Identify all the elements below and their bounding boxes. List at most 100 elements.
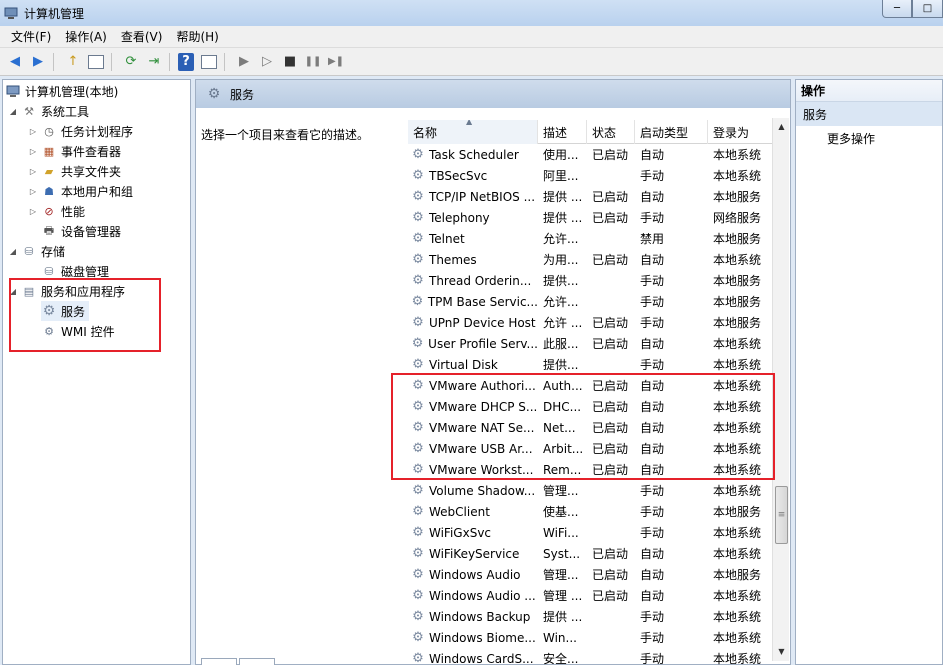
collapse-arrow-icon[interactable]: ◢ — [8, 247, 18, 256]
service-startup-type: 手动 — [640, 274, 665, 288]
tab-standard[interactable] — [239, 658, 275, 665]
expand-arrow-icon[interactable]: ▷ — [28, 187, 38, 196]
service-row[interactable]: ⚙ User Profile Serv... 此服... 已启动 自动 本地系统 — [408, 333, 780, 354]
tree-item-disk-management[interactable]: ⛁ 磁盘管理 — [41, 261, 109, 281]
tab-extended[interactable] — [201, 658, 237, 665]
expand-arrow-icon[interactable]: ▷ — [28, 167, 38, 176]
maximize-button[interactable]: □ — [912, 0, 943, 18]
help-button[interactable]: ? — [178, 52, 194, 71]
service-description: 管理... — [543, 568, 579, 582]
tree-item-device-manager[interactable]: 🖶 设备管理器 — [41, 221, 121, 241]
tree-item-event-viewer[interactable]: ▷ ▦ 事件查看器 — [28, 141, 121, 161]
tree-item-root[interactable]: 计算机管理(本地) — [5, 81, 118, 101]
column-header-description[interactable]: 描述 — [538, 120, 587, 144]
scroll-thumb[interactable]: ≡ — [775, 486, 788, 544]
service-logon-as: 本地服务 — [713, 568, 762, 582]
refresh-button[interactable]: ⟳ — [120, 51, 142, 73]
tree-item-performance[interactable]: ▷ ⊘ 性能 — [28, 201, 85, 221]
service-row[interactable]: ⚙ Windows Biome... Win... 手动 本地系统 — [408, 627, 780, 648]
menu-file[interactable]: 文件(F) — [4, 28, 58, 45]
gear-icon: ⚙ — [412, 315, 424, 330]
export-list-button[interactable]: ⇥ — [143, 51, 165, 73]
service-logon-as: 本地系统 — [713, 379, 762, 393]
actions-section-services[interactable]: 服务 — [796, 102, 942, 126]
service-logon-as: 本地服务 — [713, 190, 762, 204]
expand-arrow-icon[interactable]: ▷ — [28, 147, 38, 156]
tree-item-storage[interactable]: ◢ ⛁ 存储 — [8, 241, 65, 261]
storage-icon: ⛁ — [24, 244, 34, 258]
back-button[interactable]: ◀ — [4, 51, 26, 73]
show-hide-tree-button[interactable] — [85, 51, 107, 73]
more-actions-link[interactable]: 更多操作 — [796, 126, 942, 150]
tree-label: 本地用户和组 — [61, 184, 134, 199]
service-row[interactable]: ⚙ Telnet 允许... 禁用 本地服务 — [408, 228, 780, 249]
scroll-down-arrow-icon[interactable]: ▼ — [773, 643, 790, 660]
service-row[interactable]: ⚙ Thread Orderin... 提供... 手动 本地服务 — [408, 270, 780, 291]
service-row[interactable]: ⚙ Windows CardS... 安全... 手动 本地系统 — [408, 648, 780, 665]
service-row[interactable]: ⚙ WiFiKeyService Syst... 已启动 自动 本地系统 — [408, 543, 780, 564]
service-row[interactable]: ⚙ Windows Audio ... 管理 ... 已启动 自动 本地系统 — [408, 585, 780, 606]
tree-item-task-scheduler[interactable]: ▷ ◷ 任务计划程序 — [28, 121, 133, 141]
toolbar-separator — [111, 52, 117, 71]
service-row[interactable]: ⚙ Virtual Disk 提供... 手动 本地系统 — [408, 354, 780, 375]
forward-button[interactable]: ▶ — [27, 51, 49, 73]
stop-service-button[interactable]: ■ — [279, 51, 301, 73]
service-row[interactable]: ⚙ VMware USB Ar... Arbit... 已启动 自动 本地系统 — [408, 438, 780, 459]
service-row[interactable]: ⚙ UPnP Device Host 允许 ... 已启动 手动 本地服务 — [408, 312, 780, 333]
column-header-status[interactable]: 状态 — [587, 120, 635, 144]
restart-service-button[interactable]: ▶❚ — [325, 51, 347, 73]
minimize-button[interactable]: ─ — [882, 0, 912, 18]
start-service-button[interactable]: ▶ — [233, 51, 255, 73]
tree-item-shared-folders[interactable]: ▷ ▰ 共享文件夹 — [28, 161, 121, 181]
service-row[interactable]: ⚙ TCP/IP NetBIOS ... 提供 ... 已启动 自动 本地服务 — [408, 186, 780, 207]
column-header-name[interactable]: ▲ 名称 — [408, 120, 538, 144]
service-startup-type: 自动 — [640, 337, 665, 351]
service-name-cell: ⚙ TBSecSvc — [408, 168, 538, 184]
service-row[interactable]: ⚙ WiFiGxSvc WiFi... 手动 本地系统 — [408, 522, 780, 543]
tools-icon: ⚒ — [24, 104, 34, 118]
service-description: 提供... — [543, 358, 579, 372]
tree-item-services-apps[interactable]: ◢ ▤ 服务和应用程序 — [8, 281, 125, 301]
expand-arrow-icon[interactable]: ▷ — [28, 127, 38, 136]
service-name-cell: ⚙ Virtual Disk — [408, 357, 538, 373]
tree-item-services[interactable]: ⚙ 服务 — [41, 301, 90, 321]
service-row[interactable]: ⚙ Volume Shadow... 管理... 手动 本地系统 — [408, 480, 780, 501]
collapse-arrow-icon[interactable]: ◢ — [8, 107, 18, 116]
up-folder-button[interactable]: ↑ — [62, 51, 84, 73]
service-row[interactable]: ⚙ Task Scheduler 使用... 已启动 自动 本地系统 — [408, 144, 780, 165]
menu-help[interactable]: 帮助(H) — [169, 28, 225, 45]
clock-icon: ◷ — [44, 124, 54, 138]
tree-item-local-users[interactable]: ▷ ☗ 本地用户和组 — [28, 181, 133, 201]
gear-icon: ⚙ — [412, 546, 424, 561]
service-row[interactable]: ⚙ VMware DHCP S... DHC... 已启动 自动 本地系统 — [408, 396, 780, 417]
start-service-alt-button[interactable]: ▷ — [256, 51, 278, 73]
service-row[interactable]: ⚙ WebClient 使基... 手动 本地服务 — [408, 501, 780, 522]
service-row[interactable]: ⚙ VMware Workst... Rem... 已启动 自动 本地系统 — [408, 459, 780, 480]
service-row[interactable]: ⚙ TBSecSvc 阿里... 手动 本地系统 — [408, 165, 780, 186]
service-row[interactable]: ⚙ Telephony 提供 ... 已启动 手动 网络服务 — [408, 207, 780, 228]
service-row[interactable]: ⚙ TPM Base Servic... 允许... 手动 本地服务 — [408, 291, 780, 312]
show-action-pane-button[interactable] — [198, 51, 220, 73]
gear-icon: ⚙ — [412, 567, 424, 582]
gear-icon: ⚙ — [412, 651, 424, 665]
service-row[interactable]: ⚙ Themes 为用... 已启动 自动 本地系统 — [408, 249, 780, 270]
tree-label: 存储 — [41, 244, 66, 259]
collapse-arrow-icon[interactable]: ◢ — [8, 287, 18, 296]
service-row[interactable]: ⚙ VMware NAT Se... Net... 已启动 自动 本地系统 — [408, 417, 780, 438]
menu-view[interactable]: 查看(V) — [114, 28, 170, 45]
service-row[interactable]: ⚙ Windows Backup 提供 ... 手动 本地系统 — [408, 606, 780, 627]
tree-item-wmi[interactable]: ⚙ WMI 控件 — [41, 321, 115, 341]
menu-action[interactable]: 操作(A) — [58, 28, 114, 45]
service-row[interactable]: ⚙ Windows Audio 管理... 已启动 自动 本地服务 — [408, 564, 780, 585]
service-row[interactable]: ⚙ VMware Authori... Auth... 已启动 自动 本地系统 — [408, 375, 780, 396]
scroll-up-arrow-icon[interactable]: ▲ — [773, 118, 790, 135]
computer-icon — [5, 83, 21, 99]
services-scrollbar[interactable]: ▲ ≡ ▼ — [772, 118, 789, 661]
pause-service-button[interactable]: ❚❚ — [302, 51, 324, 73]
service-logon-as: 本地服务 — [713, 274, 762, 288]
service-name: Windows Backup — [429, 609, 531, 624]
column-header-logon-as[interactable]: 登录为 — [708, 120, 780, 144]
tree-item-system-tools[interactable]: ◢ ⚒ 系统工具 — [8, 101, 89, 121]
column-header-startup-type[interactable]: 启动类型 — [635, 120, 708, 144]
expand-arrow-icon[interactable]: ▷ — [28, 207, 38, 216]
